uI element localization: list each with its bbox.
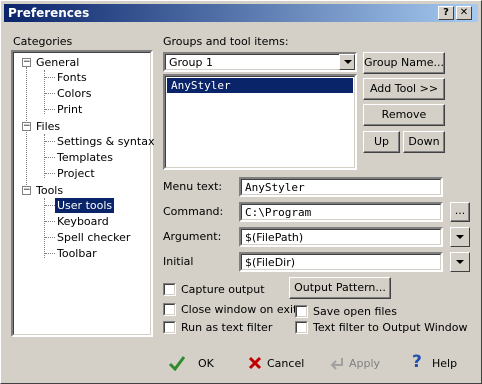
question-icon: ? — [443, 7, 449, 18]
question-icon: ? — [412, 352, 422, 372]
output-pattern-button[interactable]: Output Pattern... — [289, 277, 391, 299]
dropdown-arrow-icon[interactable] — [339, 54, 355, 70]
close-button[interactable]: ✕ — [456, 6, 472, 20]
text-filter-output-label[interactable]: Text filter to Output Window — [313, 321, 467, 334]
add-tool-button[interactable]: Add Tool >> — [363, 78, 445, 100]
x-icon — [248, 356, 262, 370]
categories-label: Categories — [13, 35, 73, 48]
menu-text-value: AnyStyler — [245, 181, 305, 194]
initial-value: $(FileDir) — [245, 256, 296, 269]
ok-button[interactable]: OK — [166, 351, 226, 375]
tree-item-project[interactable]: Project — [57, 166, 95, 181]
tree-item-user-tools[interactable]: User tools — [55, 198, 115, 213]
argument-dropdown-icon[interactable] — [450, 227, 470, 247]
list-item[interactable]: AnyStyler — [167, 78, 353, 93]
collapse-icon[interactable]: − — [22, 122, 31, 131]
categories-tree[interactable]: − General Fonts Colors Print − Files Set… — [11, 50, 154, 337]
groups-label: Groups and tool items: — [163, 35, 289, 48]
check-icon — [168, 356, 186, 371]
tree-item-toolbar[interactable]: Toolbar — [57, 246, 97, 261]
cancel-label: Cancel — [267, 357, 305, 370]
argument-input[interactable]: $(FilePath) — [239, 227, 443, 247]
run-as-filter-label[interactable]: Run as text filter — [181, 321, 272, 334]
initial-dropdown-icon[interactable] — [450, 252, 470, 272]
tree-item-files[interactable]: Files — [36, 119, 60, 134]
apply-label: Apply — [349, 357, 381, 370]
capture-output-checkbox[interactable] — [163, 283, 176, 296]
remove-button[interactable]: Remove — [363, 104, 445, 126]
apply-button[interactable]: Apply — [327, 351, 387, 375]
cancel-button[interactable]: Cancel — [245, 351, 315, 375]
up-button[interactable]: Up — [363, 131, 400, 153]
command-input[interactable]: C:\Program Files\AnyStyler\AnySt — [239, 202, 443, 222]
menu-text-label: Menu text: — [163, 180, 223, 193]
command-label: Command: — [163, 205, 224, 218]
save-open-files-label[interactable]: Save open files — [313, 305, 397, 318]
collapse-icon[interactable]: − — [22, 186, 31, 195]
tree-item-spell-checker[interactable]: Spell checker — [57, 230, 130, 245]
text-filter-output-checkbox[interactable] — [295, 321, 308, 334]
apply-arrow-icon — [330, 358, 343, 370]
save-open-files-checkbox[interactable] — [295, 305, 308, 318]
window-title: Preferences — [8, 6, 90, 20]
group-select-value: Group 1 — [169, 56, 213, 69]
command-value: C:\Program Files\AnyStyler\AnySt — [245, 206, 384, 220]
tree-item-settings-syntax[interactable]: Settings & syntax — [57, 134, 154, 149]
run-as-filter-checkbox[interactable] — [163, 321, 176, 334]
group-select[interactable]: Group 1 — [163, 52, 357, 72]
tree-item-templates[interactable]: Templates — [57, 150, 113, 165]
help-button[interactable]: ? Help — [410, 351, 470, 375]
tree-item-general[interactable]: General — [36, 55, 79, 70]
collapse-icon[interactable]: − — [22, 58, 31, 67]
close-icon: ✕ — [459, 7, 469, 18]
tree-item-tools[interactable]: Tools — [36, 183, 63, 198]
help-label: Help — [432, 357, 458, 370]
title-bar[interactable]: Preferences ? ✕ — [4, 4, 478, 22]
tree-item-colors[interactable]: Colors — [57, 86, 91, 101]
help-title-button[interactable]: ? — [438, 6, 454, 20]
tree-item-print[interactable]: Print — [57, 102, 82, 117]
argument-label: Argument: — [163, 230, 222, 243]
group-name-button[interactable]: Group Name... — [363, 52, 445, 74]
preferences-window: Preferences ? ✕ Categories − General Fon… — [0, 0, 482, 384]
initial-input[interactable]: $(FileDir) — [239, 252, 443, 272]
menu-text-input[interactable]: AnyStyler — [239, 177, 443, 197]
tree-item-keyboard[interactable]: Keyboard — [57, 214, 109, 229]
capture-output-label[interactable]: Capture output — [181, 283, 265, 296]
browse-button[interactable]: ... — [450, 202, 470, 222]
close-window-label[interactable]: Close window on exit — [181, 303, 297, 316]
tool-items-list[interactable]: AnyStyler — [163, 74, 357, 170]
argument-value: $(FilePath) — [245, 231, 304, 244]
down-button[interactable]: Down — [403, 131, 445, 153]
close-window-checkbox[interactable] — [163, 303, 176, 316]
tree-item-fonts[interactable]: Fonts — [57, 70, 87, 85]
ok-label: OK — [198, 357, 214, 370]
initial-label: Initial — [163, 255, 194, 268]
